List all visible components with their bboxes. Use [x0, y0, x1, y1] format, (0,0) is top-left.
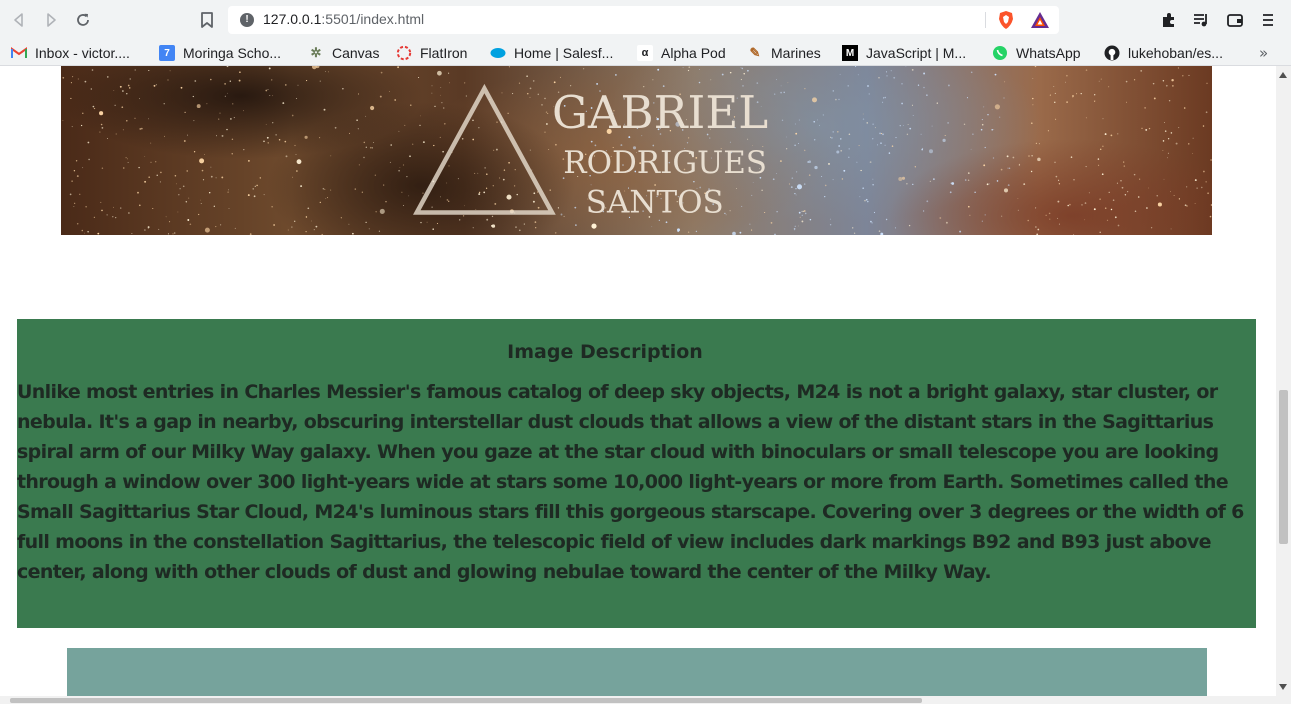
bookmark-github[interactable]: lukehoban/es...: [1104, 43, 1223, 63]
bookmark-salesforce[interactable]: Home | Salesf...: [490, 43, 613, 63]
bookmark-label: Alpha Pod: [661, 45, 726, 61]
url-path: :5501/index.html: [321, 11, 425, 27]
bookmark-canvas[interactable]: ✲ Canvas: [308, 43, 380, 63]
back-button[interactable]: [7, 8, 31, 32]
star-cloud-image: GABRIEL RODRIGUES SANTOS: [61, 66, 1212, 235]
puzzle-icon: [1163, 13, 1174, 27]
bookmark-flatiron[interactable]: FlatIron: [396, 43, 467, 63]
bookmark-label: WhatsApp: [1016, 45, 1081, 61]
bookmarks-overflow-button[interactable]: »: [1259, 44, 1268, 62]
bookmark-label: FlatIron: [420, 45, 468, 61]
vertical-scrollbar[interactable]: [1276, 66, 1291, 704]
forward-arrow-icon: [47, 13, 56, 27]
hamburger-menu-icon: [1263, 14, 1273, 26]
playlist-icon: [1194, 14, 1207, 27]
image-description-section: Image Description Unlike most entries in…: [17, 319, 1256, 628]
watermark-line3: SANTOS: [586, 184, 724, 220]
javascript-m-icon: M: [842, 45, 858, 61]
url-host: 127.0.0.1: [263, 11, 322, 27]
bookmark-page-icon[interactable]: [198, 10, 216, 30]
media-controls-button[interactable]: [1191, 10, 1211, 30]
photographer-watermark: GABRIEL RODRIGUES SANTOS: [413, 83, 768, 220]
image-description-title: Image Description: [507, 341, 703, 363]
gmail-icon: [11, 45, 27, 61]
watermark-line1: GABRIEL: [552, 86, 768, 139]
alpha-pod-icon: α: [637, 45, 653, 61]
bookmark-label: lukehoban/es...: [1128, 45, 1223, 61]
vertical-scroll-thumb[interactable]: [1279, 390, 1288, 544]
brave-rewards-icon[interactable]: [1030, 11, 1050, 29]
image-description-text: Unlike most entries in Charles Messier's…: [17, 381, 1244, 583]
bookmark-label: Home | Salesf...: [514, 45, 614, 61]
canvas-icon: ✲: [310, 45, 322, 60]
bookmark-marines[interactable]: ✎ Marines: [747, 43, 821, 63]
bookmark-whatsapp[interactable]: WhatsApp: [992, 43, 1081, 63]
browser-toolbar: ! 127.0.0.1:5501/index.html: [0, 0, 1291, 40]
bookmark-inbox[interactable]: Inbox - victor....: [11, 43, 130, 63]
flatiron-icon: [396, 45, 412, 61]
bookmark-javascript[interactable]: M JavaScript | M...: [842, 43, 966, 63]
wallet-icon: [1227, 14, 1243, 27]
bookmark-label: Moringa Scho...: [183, 45, 282, 61]
brave-shields-icon[interactable]: [997, 10, 1015, 30]
github-icon: [1104, 45, 1120, 61]
bookmark-label: Inbox - victor....: [35, 45, 130, 61]
back-arrow-icon: [14, 13, 23, 27]
scroll-down-arrow-icon[interactable]: [1279, 684, 1287, 690]
marines-icon: ✎: [749, 45, 761, 60]
horizontal-scroll-thumb[interactable]: [10, 698, 922, 703]
watermark-line2: RODRIGUES: [563, 145, 767, 181]
bookmark-label: JavaScript | M...: [866, 45, 967, 61]
salesforce-icon: [490, 45, 506, 61]
next-section-block: [67, 648, 1207, 696]
site-info-icon[interactable]: !: [240, 13, 254, 27]
whatsapp-icon: [992, 45, 1008, 61]
reload-button[interactable]: [71, 8, 95, 32]
wallet-button[interactable]: [1225, 10, 1245, 30]
bookmark-alpha-pod[interactable]: α Alpha Pod: [637, 43, 726, 63]
bookmark-moringa[interactable]: 7 Moringa Scho...: [159, 43, 281, 63]
page-viewport: GABRIEL RODRIGUES SANTOS Image Descripti…: [0, 66, 1276, 696]
browser-menu-button[interactable]: [1258, 10, 1278, 30]
bookmark-label: Marines: [771, 45, 821, 61]
forward-button[interactable]: [39, 8, 63, 32]
bookmark-label: Canvas: [332, 45, 380, 61]
address-bar-divider: [985, 12, 986, 28]
moringa-icon: 7: [159, 45, 175, 61]
reload-icon: [77, 13, 89, 26]
address-bar[interactable]: ! 127.0.0.1:5501/index.html: [228, 6, 1059, 34]
bookmarks-bar: Inbox - victor.... 7 Moringa Scho... ✲ C…: [0, 40, 1291, 66]
horizontal-scrollbar[interactable]: [0, 696, 1276, 704]
extensions-button[interactable]: [1159, 10, 1179, 30]
scroll-up-arrow-icon[interactable]: [1279, 72, 1287, 78]
url-text[interactable]: 127.0.0.1:5501/index.html: [263, 11, 424, 27]
